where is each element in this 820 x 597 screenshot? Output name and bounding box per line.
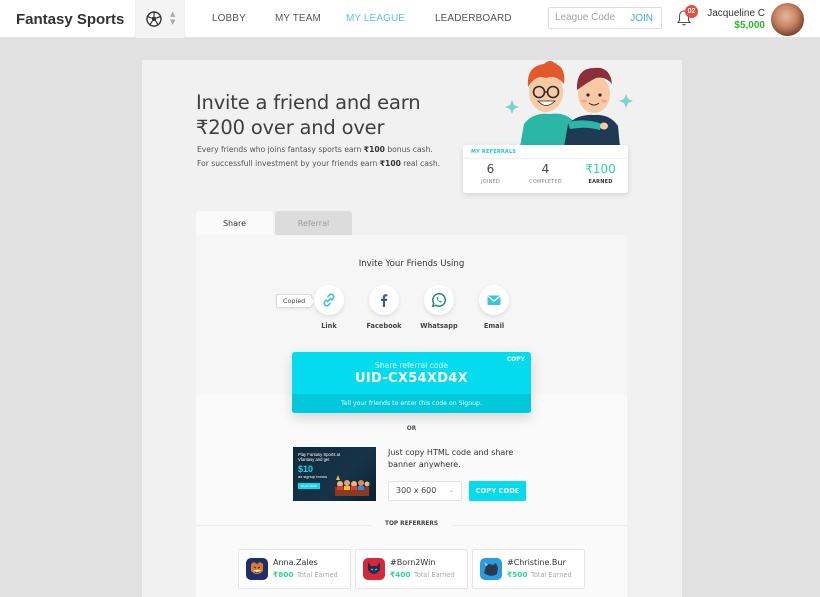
referral-panel: Invite a friend and earn ₹200 over and o… bbox=[142, 60, 682, 597]
hero-title-line2: ₹200 over and over bbox=[196, 116, 385, 139]
user-avatar[interactable] bbox=[771, 3, 804, 36]
invite-title: Invite Your Friends Using bbox=[358, 259, 465, 269]
stat-joined: 6 JOINED bbox=[463, 162, 518, 185]
my-referrals-label: MY REFERRALS bbox=[471, 149, 517, 155]
referral-code: UID-CX54XD4X bbox=[355, 371, 468, 386]
banner-play-button: PLAY NOW bbox=[298, 483, 320, 489]
stat-caption: EARNED bbox=[588, 179, 613, 185]
tab-referral[interactable]: Referral bbox=[275, 211, 352, 237]
referrer-caption: Total Earned bbox=[296, 571, 338, 579]
league-code-input[interactable] bbox=[555, 12, 625, 23]
chevron-down-icon: ⌄ bbox=[448, 487, 454, 494]
referrer-card[interactable]: Anna.Zales ₹800 Total Earned bbox=[238, 549, 351, 589]
banner-size-select[interactable]: 300 x 600 ⌄ bbox=[388, 481, 462, 501]
referrer-name: Anna.Zales bbox=[273, 558, 318, 567]
hero-description: Every friends who joins fantasy sports e… bbox=[197, 143, 457, 171]
notification-badge: 02 bbox=[685, 5, 698, 18]
banner-size-value: 300 x 600 bbox=[396, 486, 437, 495]
divider bbox=[463, 158, 628, 159]
referrer-caption: Total Earned bbox=[530, 571, 572, 579]
referrer-earnings: ₹400 Total Earned bbox=[390, 570, 455, 579]
share-option-circle bbox=[424, 285, 454, 315]
share-option-label: Whatsapp bbox=[420, 322, 458, 330]
friends-illustration bbox=[505, 61, 633, 147]
referrer-card[interactable]: #Christine.Bur ₹500 Total Earned bbox=[472, 549, 585, 589]
nav-lobby[interactable]: LOBBY bbox=[212, 13, 246, 24]
share-link-button[interactable]: Link bbox=[299, 285, 359, 330]
stat-earned: ₹100 EARNED bbox=[573, 162, 628, 185]
stat-value: ₹100 bbox=[585, 162, 616, 176]
referrer-amount: ₹500 bbox=[507, 570, 528, 579]
referral-code-label: Share referral code bbox=[375, 361, 448, 370]
whatsapp-icon bbox=[431, 293, 447, 308]
copy-code-link[interactable]: COPY bbox=[507, 356, 525, 363]
desc-text: Every friends who joins fantasy sports e… bbox=[197, 145, 364, 154]
fans-illustration bbox=[335, 475, 370, 496]
stat-caption: JOINED bbox=[481, 179, 500, 185]
nav-my-league[interactable]: MY LEAGUE bbox=[346, 13, 405, 24]
referrer-earnings: ₹800 Total Earned bbox=[273, 570, 338, 579]
desc-amount: ₹100 bbox=[379, 159, 401, 168]
nav-leaderboard[interactable]: LEADERBOARD bbox=[435, 13, 512, 24]
join-button[interactable]: JOIN bbox=[630, 13, 653, 24]
share-option-label: Link bbox=[321, 322, 337, 330]
or-separator: OR bbox=[406, 426, 417, 432]
referrer-caption: Total Earned bbox=[413, 571, 455, 579]
desc-text: For successfull investment by your frien… bbox=[197, 159, 380, 168]
banner-line3: as signup bonus bbox=[298, 474, 328, 479]
soccer-ball-icon bbox=[146, 11, 162, 27]
brand-logo[interactable]: Fantasy Sports bbox=[16, 11, 124, 28]
share-option-circle bbox=[369, 285, 399, 315]
share-whatsapp-button[interactable]: Whatsapp bbox=[409, 285, 469, 330]
desc-text: real cash. bbox=[400, 159, 441, 168]
share-email-button[interactable]: Email bbox=[464, 285, 524, 330]
email-icon bbox=[487, 295, 501, 305]
league-code-form: JOIN bbox=[548, 7, 662, 29]
referrer-amount: ₹400 bbox=[390, 570, 411, 579]
desc-text: bonus cash. bbox=[384, 145, 433, 154]
referrer-card[interactable]: #Born2Win ₹400 Total Earned bbox=[355, 549, 468, 589]
share-option-label: Email bbox=[483, 322, 505, 330]
link-icon bbox=[323, 293, 335, 307]
banner-amount: $10 bbox=[298, 464, 314, 474]
share-option-circle bbox=[314, 285, 344, 315]
stat-value: 6 bbox=[486, 162, 495, 176]
promo-banner-preview: Play Fantasy Sports at Vfantasy and get $… bbox=[293, 447, 376, 501]
banner-line2: Vfantasy and get bbox=[298, 457, 330, 462]
tab-share[interactable]: Share bbox=[196, 211, 273, 237]
referral-code-card: Share referral code UID-CX54XD4X COPY Te… bbox=[292, 352, 531, 413]
sport-selector[interactable]: ▲ ▼ bbox=[135, 0, 185, 38]
share-option-circle bbox=[479, 285, 509, 315]
user-name: Jacqueline C bbox=[707, 8, 765, 19]
share-option-label: Facebook bbox=[366, 322, 402, 330]
user-balance: $5,000 bbox=[734, 20, 765, 31]
banner-text: Play Fantasy Sports at Vfantasy and get bbox=[298, 452, 340, 462]
wolf-logo-icon bbox=[363, 558, 385, 580]
tiger-logo-icon bbox=[246, 558, 268, 580]
top-referrers-title: TOP REFERRERS bbox=[384, 521, 439, 527]
hero-title-line1: Invite a friend and earn bbox=[196, 91, 421, 114]
referrer-name: #Christine.Bur bbox=[507, 558, 566, 567]
top-navigation-bar: Fantasy Sports ▲ ▼ LOBBY MY TEAM MY LEAGU… bbox=[0, 0, 820, 38]
referrer-amount: ₹800 bbox=[273, 570, 294, 579]
referrer-name: #Born2Win bbox=[390, 558, 436, 567]
desc-amount: ₹100 bbox=[363, 145, 385, 154]
hero-title: Invite a friend and earn ₹200 over and o… bbox=[196, 90, 466, 140]
nav-my-team[interactable]: MY TEAM bbox=[275, 13, 321, 24]
my-referrals-card: MY REFERRALS 6 JOINED 4 COMPLETED ₹100 E… bbox=[463, 145, 628, 193]
stat-caption: COMPLETED bbox=[529, 179, 562, 185]
chevron-updown-icon: ▲ ▼ bbox=[170, 10, 176, 26]
copy-code-button[interactable]: COPY CODE bbox=[469, 481, 526, 501]
stat-value: 4 bbox=[541, 162, 550, 176]
banner-instructions: Just copy HTML code and share banner any… bbox=[388, 448, 514, 469]
facebook-icon bbox=[381, 294, 388, 307]
referrer-earnings: ₹500 Total Earned bbox=[507, 570, 572, 579]
rhino-logo-icon bbox=[480, 558, 502, 580]
referral-code-hint: Tell your friends to enter this code on … bbox=[292, 394, 531, 413]
share-tab-content: Invite Your Friends Using Copied Link Fa… bbox=[196, 235, 627, 597]
share-facebook-button[interactable]: Facebook bbox=[354, 285, 414, 330]
stat-completed: 4 COMPLETED bbox=[518, 162, 573, 185]
